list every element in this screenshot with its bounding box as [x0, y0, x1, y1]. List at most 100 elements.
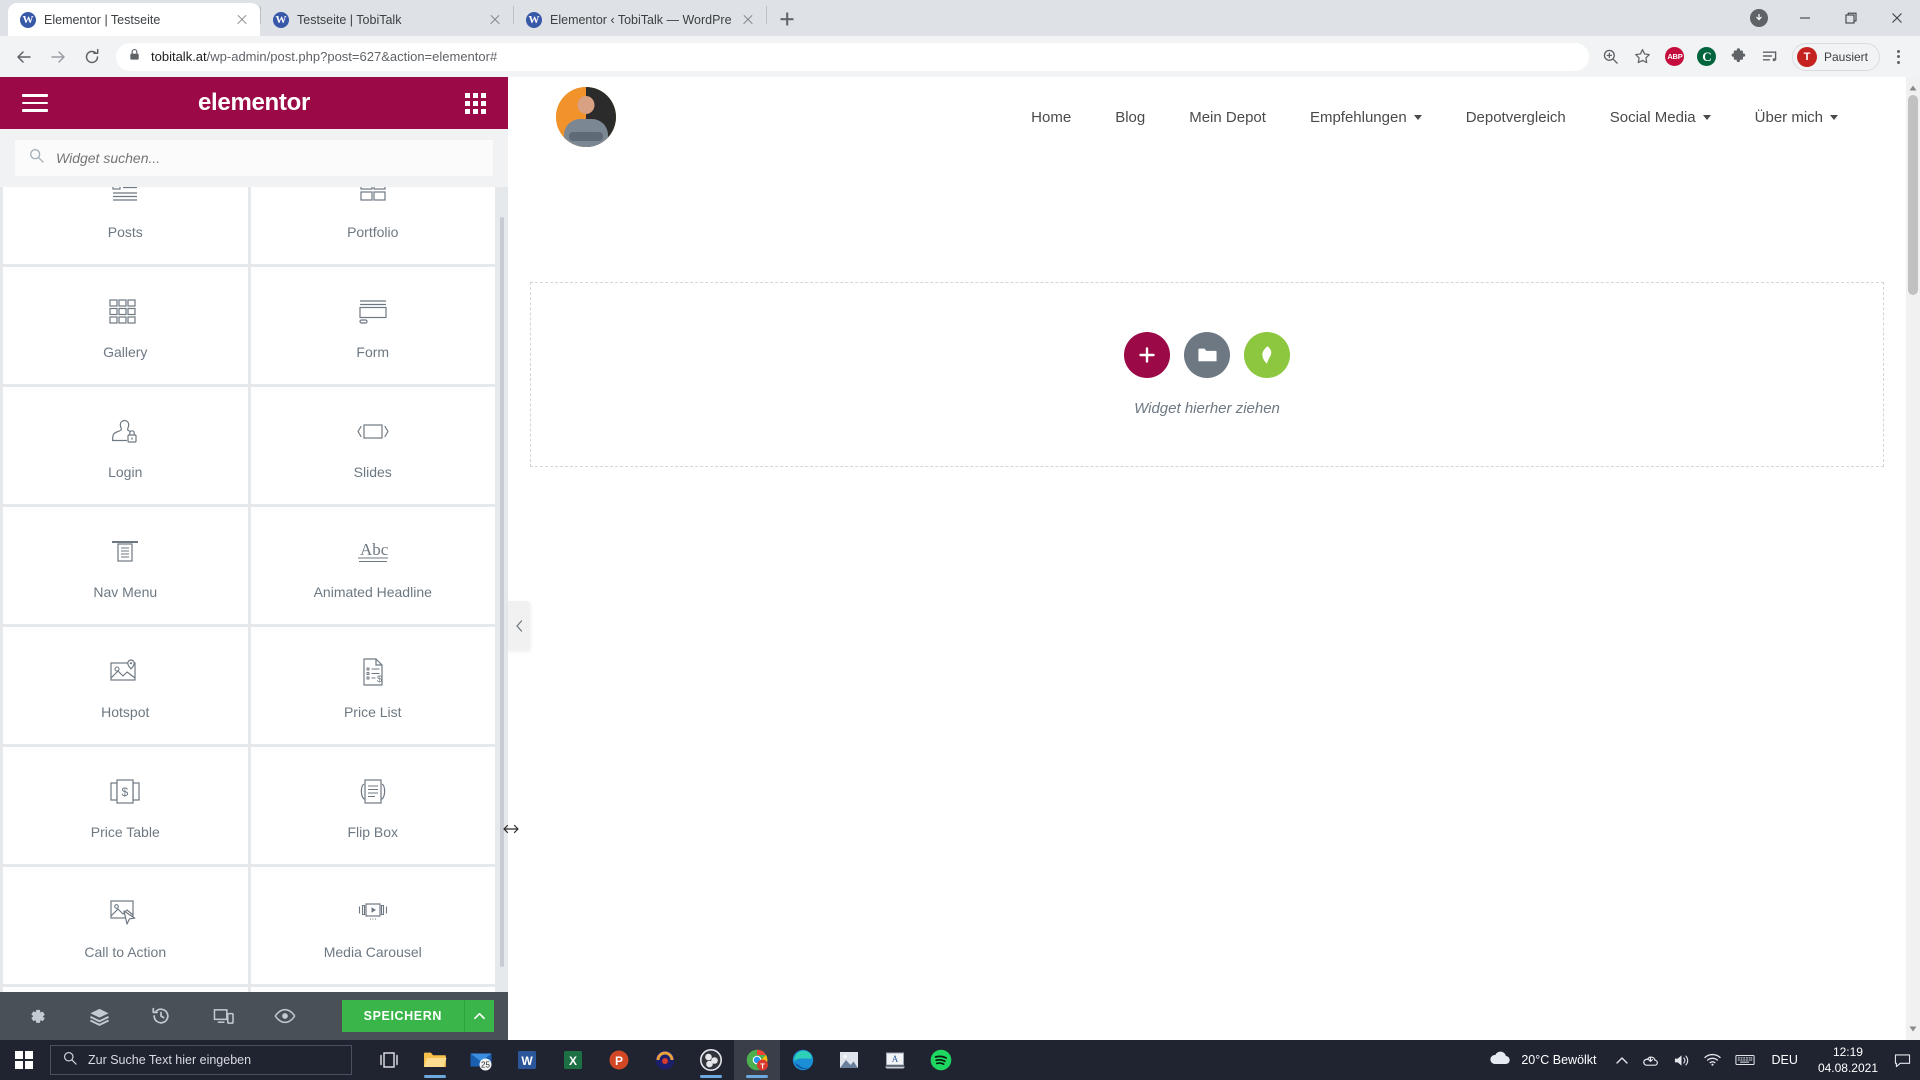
menu-item-mein-depot[interactable]: Mein Depot: [1167, 109, 1288, 126]
widget-grid: Posts Portfolio Gallery Form Login Slide…: [0, 187, 498, 992]
leaf-icon: [1262, 346, 1272, 364]
star-icon[interactable]: [1629, 43, 1657, 71]
close-icon[interactable]: [234, 12, 250, 28]
preview-scrollbar[interactable]: [1906, 77, 1920, 1040]
menu-item-home[interactable]: Home: [1009, 109, 1093, 126]
spotify-icon[interactable]: [918, 1040, 964, 1080]
photos-icon[interactable]: [826, 1040, 872, 1080]
gear-icon[interactable]: [6, 992, 68, 1040]
layers-icon[interactable]: [68, 992, 130, 1040]
save-button[interactable]: SPEICHERN: [341, 1000, 464, 1032]
maximize-button[interactable]: [1828, 2, 1874, 34]
widget-hotspot[interactable]: Hotspot: [3, 627, 248, 744]
taskbar-clock[interactable]: 12:19 04.08.2021: [1808, 1044, 1888, 1076]
ghostery-icon[interactable]: C: [1693, 43, 1721, 71]
zoom-magnifier-icon[interactable]: [1597, 43, 1625, 71]
menu-item-social-media[interactable]: Social Media: [1588, 109, 1733, 126]
widget-price-list[interactable]: $ Price List: [250, 627, 495, 744]
audacity-icon[interactable]: [642, 1040, 688, 1080]
portfolio-icon: [358, 187, 388, 211]
close-icon[interactable]: [487, 12, 503, 28]
widget-list-container: Posts Portfolio Gallery Form Login Slide…: [0, 187, 508, 992]
reading-list-icon[interactable]: [1757, 43, 1785, 71]
menu-item-depotvergleich[interactable]: Depotvergleich: [1444, 109, 1588, 126]
widget-form[interactable]: Form: [250, 267, 495, 384]
widget-gallery[interactable]: Gallery: [3, 267, 248, 384]
hamburger-menu-icon[interactable]: [22, 94, 48, 112]
address-bar[interactable]: tobitalk.at/wp-admin/post.php?post=627&a…: [116, 42, 1589, 71]
panel-scrollbar[interactable]: [500, 217, 504, 967]
browser-tab-3[interactable]: W Elementor ‹ TobiTalk — WordPre: [514, 3, 766, 36]
add-section-button[interactable]: [1124, 332, 1170, 378]
scroll-up-arrow-icon[interactable]: [1906, 81, 1920, 95]
widget-call-to-action[interactable]: Call to Action: [3, 867, 248, 984]
windows-start-icon[interactable]: [0, 1040, 48, 1080]
chrome-icon[interactable]: T: [734, 1040, 780, 1080]
widget-slides[interactable]: Slides: [250, 387, 495, 504]
widget-partial-row[interactable]: [3, 987, 248, 992]
widget-animated-headline[interactable]: Abc Animated Headline: [250, 507, 495, 624]
menu-label: Mein Depot: [1189, 108, 1266, 126]
close-button[interactable]: [1874, 2, 1920, 34]
widget-search-box[interactable]: [14, 139, 494, 177]
profile-button[interactable]: T Pausiert: [1791, 42, 1880, 71]
notification-icon[interactable]: [1888, 1040, 1916, 1080]
taskbar-search-box[interactable]: Zur Suche Text hier eingeben: [50, 1045, 352, 1075]
minimize-button[interactable]: [1782, 2, 1828, 34]
new-tab-button[interactable]: [773, 5, 801, 33]
wifi-icon[interactable]: [1697, 1040, 1728, 1080]
browser-tab-2[interactable]: W Testseite | TobiTalk: [261, 3, 513, 36]
speaker-icon[interactable]: [1666, 1040, 1697, 1080]
file-explorer-icon[interactable]: [412, 1040, 458, 1080]
widget-posts[interactable]: Posts: [3, 187, 248, 264]
widget-nav-menu[interactable]: Nav Menu: [3, 507, 248, 624]
widget-partial-row[interactable]: [250, 987, 495, 992]
wordpress-icon: W: [20, 11, 36, 28]
menu-label: Depotvergleich: [1465, 108, 1566, 126]
leaf-button[interactable]: [1244, 332, 1290, 378]
widget-login[interactable]: Login: [3, 387, 248, 504]
widgets-grid-icon[interactable]: [465, 92, 486, 114]
download-icon[interactable]: [1736, 2, 1782, 34]
scroll-down-arrow-icon[interactable]: [1906, 1022, 1920, 1036]
menu-item-blog[interactable]: Blog: [1093, 109, 1167, 126]
onedrive-icon[interactable]: [1635, 1040, 1666, 1080]
language-indicator[interactable]: DEU: [1762, 1053, 1808, 1067]
save-options-button[interactable]: [464, 1000, 494, 1032]
forward-arrow-icon[interactable]: [42, 41, 74, 73]
excel-icon[interactable]: X: [550, 1040, 596, 1080]
powerpoint-icon[interactable]: P: [596, 1040, 642, 1080]
menu-item-ueber-mich[interactable]: Über mich: [1733, 109, 1860, 126]
edge-icon[interactable]: [780, 1040, 826, 1080]
obs-studio-icon[interactable]: [688, 1040, 734, 1080]
notepad-icon[interactable]: A: [872, 1040, 918, 1080]
scrollbar-thumb[interactable]: [1908, 95, 1918, 295]
weather-widget[interactable]: 20°C Bewölkt: [1480, 1050, 1608, 1071]
extensions-puzzle-icon[interactable]: [1725, 43, 1753, 71]
search-input[interactable]: [56, 150, 479, 166]
menu-item-empfehlungen[interactable]: Empfehlungen: [1288, 109, 1444, 126]
template-library-button[interactable]: [1184, 332, 1230, 378]
widget-label: Hotspot: [101, 703, 150, 720]
adblock-plus-icon[interactable]: ABP: [1661, 43, 1689, 71]
word-icon[interactable]: W: [504, 1040, 550, 1080]
widget-flip-box[interactable]: Flip Box: [250, 747, 495, 864]
reload-icon[interactable]: [76, 41, 108, 73]
widget-portfolio[interactable]: Portfolio: [250, 187, 495, 264]
keyboard-icon[interactable]: [1728, 1040, 1762, 1080]
kebab-menu-icon[interactable]: [1884, 43, 1912, 71]
widget-price-table[interactable]: $ Price Table: [3, 747, 248, 864]
responsive-devices-icon[interactable]: [192, 992, 254, 1040]
task-view-icon[interactable]: [366, 1040, 412, 1080]
widget-dropzone[interactable]: Widget hierher ziehen: [530, 282, 1884, 467]
elementor-panel: elementor Po: [0, 77, 508, 1040]
back-arrow-icon[interactable]: [8, 41, 40, 73]
browser-tab-1[interactable]: W Elementor | Testseite: [8, 3, 260, 36]
mail-icon[interactable]: 25: [458, 1040, 504, 1080]
close-icon[interactable]: [740, 12, 756, 28]
history-clock-icon[interactable]: [130, 992, 192, 1040]
panel-collapse-handle[interactable]: [508, 601, 530, 651]
tray-expand-chevron-icon[interactable]: [1609, 1040, 1635, 1080]
eye-preview-icon[interactable]: [254, 992, 316, 1040]
widget-media-carousel[interactable]: Media Carousel: [250, 867, 495, 984]
